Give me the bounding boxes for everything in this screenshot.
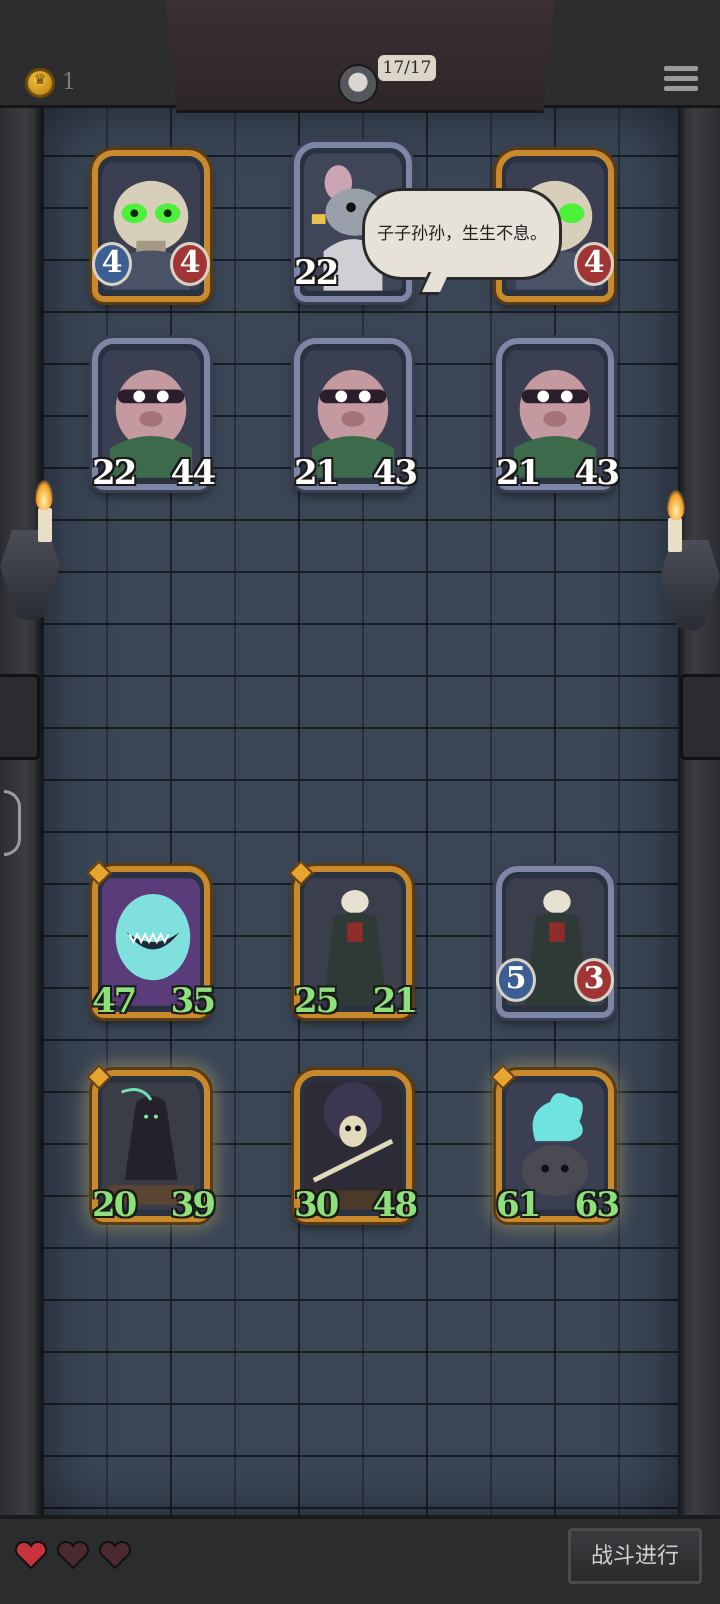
health-badge: 4	[574, 242, 614, 286]
player-card[interactable]: 20 39	[86, 1064, 216, 1225]
speech-bubble: 子子孙孙，生生不息。	[362, 188, 562, 280]
player-card[interactable]: 5 3	[496, 866, 614, 1018]
menu-icon[interactable]	[664, 66, 698, 94]
health-value: 48	[372, 1185, 418, 1225]
attack-badge: 5	[496, 958, 536, 1002]
attack-value: 22	[294, 253, 339, 293]
enemy-card[interactable]: 22 44	[92, 338, 216, 493]
attack-value: 20	[92, 1185, 137, 1225]
coin-count: 1	[62, 70, 76, 95]
attack-badge: 4	[92, 242, 132, 286]
health-value: 43	[574, 453, 620, 493]
opponent-avatar[interactable]	[338, 64, 378, 104]
left-wall-bracket	[0, 674, 40, 760]
health-value: 43	[372, 453, 418, 493]
right-torch-icon	[660, 480, 720, 630]
health-value: 35	[170, 981, 216, 1021]
player-card[interactable]: 61 63	[490, 1064, 620, 1225]
attack-value: 25	[294, 981, 339, 1021]
health-value: 39	[170, 1185, 216, 1225]
enemy-card[interactable]: 21 43	[294, 338, 418, 493]
right-wall-bracket	[680, 674, 720, 760]
health-badge: 3	[574, 958, 614, 1002]
health-value: 21	[372, 981, 418, 1021]
heart-empty-icon	[56, 1540, 90, 1570]
attack-value: 22	[92, 453, 137, 493]
opponent-hp: 17/17	[378, 55, 436, 81]
attack-value: 47	[92, 981, 137, 1021]
attack-value: 30	[294, 1185, 339, 1225]
dungeon-wall	[42, 105, 678, 1520]
enemy-card[interactable]: 21 43	[496, 338, 620, 493]
side-drawer-handle[interactable]	[4, 790, 21, 856]
player-card[interactable]: 30 48	[294, 1070, 418, 1225]
crown-coin-icon	[25, 68, 55, 98]
health-value: 44	[170, 453, 216, 493]
health-badge: 4	[170, 242, 210, 286]
right-wall-pillar	[678, 0, 720, 1600]
player-card[interactable]: 47 35	[86, 860, 216, 1021]
heart-empty-icon	[98, 1540, 132, 1570]
heart-full-icon	[14, 1540, 48, 1570]
enemy-card[interactable]: 4 4	[92, 150, 210, 302]
attack-value: 61	[496, 1185, 541, 1225]
left-torch-icon	[0, 470, 60, 620]
battle-in-progress-button[interactable]: 战斗进行	[568, 1528, 702, 1584]
health-value: 63	[574, 1185, 620, 1225]
attack-value: 21	[496, 453, 541, 493]
attack-value: 21	[294, 453, 339, 493]
player-card[interactable]: 25 21	[288, 860, 418, 1021]
